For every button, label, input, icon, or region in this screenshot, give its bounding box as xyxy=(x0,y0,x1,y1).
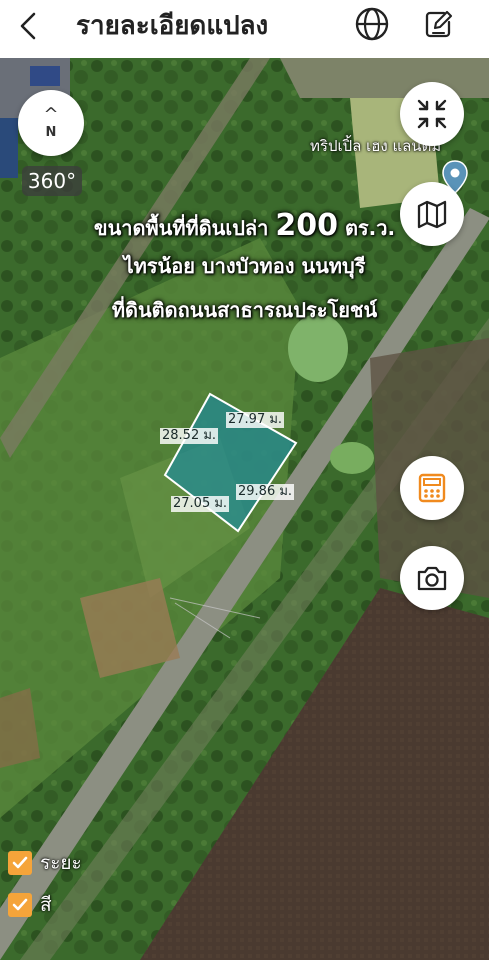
ad-line-1-unit: ตร.ว. xyxy=(344,216,396,240)
globe-button[interactable] xyxy=(352,4,392,44)
top-bar: รายละเอียดแปลง xyxy=(0,0,489,58)
satellite-map[interactable]: ^ N 360° ทริปเปิ้ล เฮง แลนด์ม ขนาดพื้นที… xyxy=(0,58,489,960)
checkmark-icon xyxy=(12,898,28,911)
camera-icon xyxy=(417,566,447,591)
measure-icon xyxy=(418,473,446,503)
collapse-button[interactable] xyxy=(400,82,464,146)
back-button[interactable] xyxy=(10,6,50,46)
ad-line-1: ขนาดพื้นที่ที่ดินเปล่า 200 ตร.ว. xyxy=(0,208,489,244)
collapse-icon xyxy=(417,99,447,129)
checkmark-icon xyxy=(12,856,28,869)
plot-dimension-label: 27.97 ม. xyxy=(226,412,285,428)
measure-button[interactable] xyxy=(400,456,464,520)
legend-label: ระยะ xyxy=(40,852,82,874)
legend-item-color[interactable]: สี xyxy=(8,892,52,918)
ad-line-1-prefix: ขนาดพื้นที่ที่ดินเปล่า xyxy=(93,216,269,240)
edit-button[interactable] xyxy=(418,4,458,44)
plot-dimension-label: 28.52 ม. xyxy=(160,428,219,444)
globe-icon xyxy=(355,7,389,41)
ad-line-3: ที่ดินติดถนนสาธารณประโยชน์ xyxy=(111,298,378,322)
ad-line-1-size: 200 xyxy=(275,208,338,243)
plot-dimension-label: 27.05 ม. xyxy=(171,496,230,512)
plot-dimension-label: 29.86 ม. xyxy=(236,484,295,500)
ad-line-2: ไทรน้อย บางบัวทอง นนทบุรี xyxy=(123,254,366,278)
view-360-button[interactable]: 360° xyxy=(22,166,82,196)
legend-label: สี xyxy=(40,894,52,916)
distance-checkbox[interactable] xyxy=(8,851,32,875)
back-arrow-icon xyxy=(20,12,36,40)
compass-button[interactable]: ^ N xyxy=(18,90,84,156)
color-checkbox[interactable] xyxy=(8,893,32,917)
compass-label: N xyxy=(45,124,57,140)
legend-item-distance[interactable]: ระยะ xyxy=(8,850,82,876)
camera-button[interactable] xyxy=(400,546,464,610)
edit-icon xyxy=(425,10,453,38)
north-arrow-icon: ^ xyxy=(43,103,59,125)
page-title: รายละเอียดแปลง xyxy=(76,11,269,41)
